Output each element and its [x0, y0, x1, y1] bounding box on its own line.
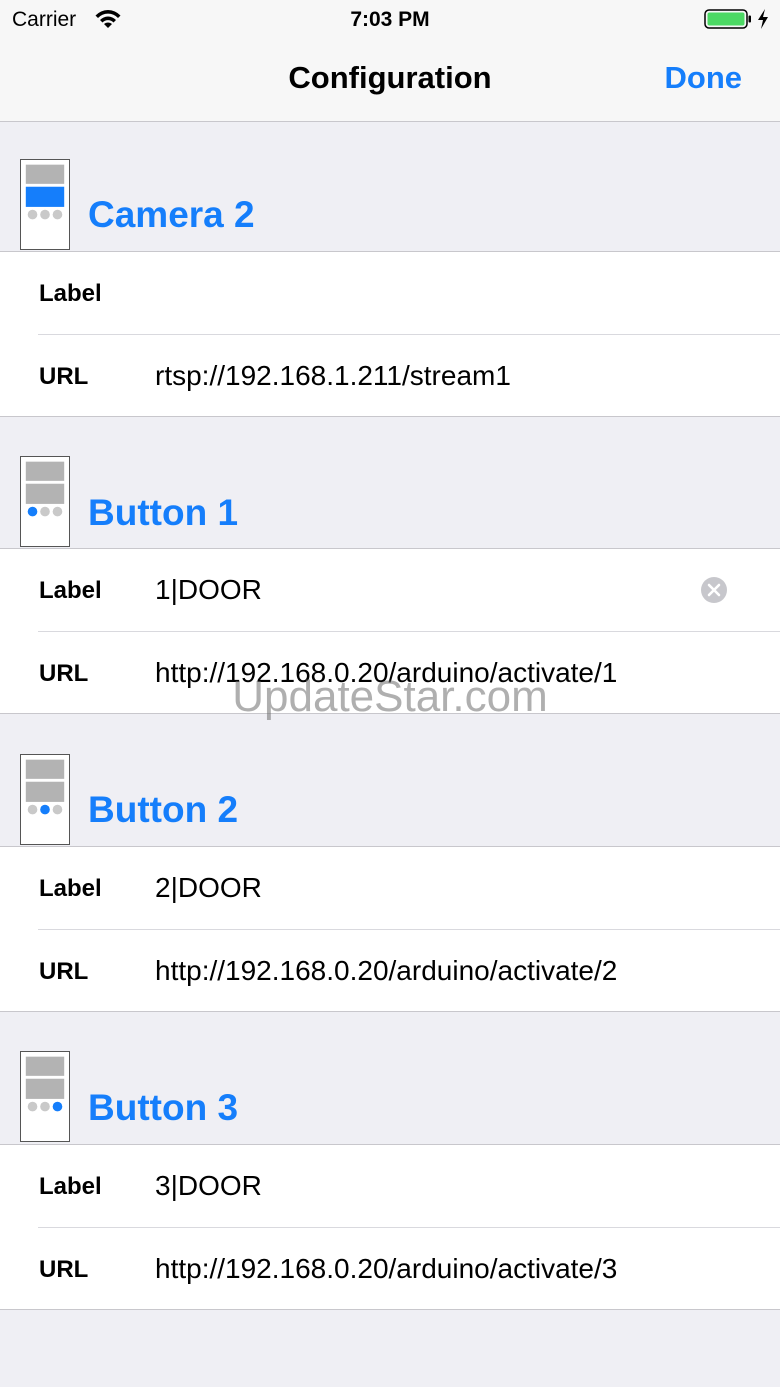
- section-title: Button 3: [88, 1087, 239, 1128]
- label-field-row[interactable]: Label 2|DOOR: [0, 847, 780, 930]
- section-header: Button 3: [0, 1013, 780, 1143]
- label-field-row[interactable]: Label 3|DOOR: [0, 1145, 780, 1228]
- page-title: Configuration: [288, 60, 492, 95]
- label-input[interactable]: 2|DOOR: [155, 872, 262, 904]
- url-field-row[interactable]: URL http://192.168.0.20/arduino/activate…: [0, 930, 780, 1013]
- done-button[interactable]: Done: [665, 60, 743, 96]
- section-button-1: Button 1 Label 1|DOOR URL http://192.168…: [0, 419, 780, 714]
- section-title: Button 2: [88, 789, 239, 830]
- field-label: Label: [39, 577, 102, 604]
- section-header: Button 2: [0, 716, 780, 846]
- button-layout-icon: [20, 754, 70, 845]
- field-label: URL: [39, 958, 89, 985]
- section-button-2: Button 2 Label 2|DOOR URL http://192.168…: [0, 716, 780, 1012]
- field-label: Label: [39, 280, 102, 307]
- url-input[interactable]: http://192.168.0.20/arduino/activate/1: [155, 657, 617, 689]
- field-label: Label: [39, 1173, 102, 1200]
- section-header: Button 1: [0, 419, 780, 549]
- label-input[interactable]: 3|DOOR: [155, 1170, 262, 1202]
- field-label: Label: [39, 875, 102, 902]
- url-input[interactable]: http://192.168.0.20/arduino/activate/2: [155, 955, 617, 987]
- section-header: Camera 2: [0, 122, 780, 252]
- field-group: Label 3|DOOR URL http://192.168.0.20/ard…: [0, 1144, 780, 1310]
- url-field-row[interactable]: URL http://192.168.0.20/arduino/activate…: [0, 1228, 780, 1311]
- status-time: 7:03 PM: [350, 8, 430, 31]
- section-button-3: Button 3 Label 3|DOOR URL http://192.168…: [0, 1013, 780, 1310]
- lightning-bolt-icon: [758, 9, 768, 29]
- section-title: Button 1: [88, 492, 239, 533]
- field-group: Label 2|DOOR URL http://192.168.0.20/ard…: [0, 846, 780, 1012]
- status-bar: Carrier 7:03 PM: [0, 0, 780, 40]
- section-camera-2: Camera 2 Label URL rtsp://192.168.1.211/…: [0, 122, 780, 417]
- url-field-row[interactable]: URL http://192.168.0.20/arduino/activate…: [0, 632, 780, 715]
- navigation-bar: Configuration Done: [0, 40, 780, 122]
- field-label: URL: [39, 1256, 89, 1283]
- button-layout-icon: [20, 1051, 70, 1142]
- clear-text-icon[interactable]: [700, 576, 728, 604]
- field-group: Label 1|DOOR URL http://192.168.0.20/ard…: [0, 548, 780, 714]
- field-label: URL: [39, 363, 89, 390]
- section-title: Camera 2: [88, 194, 255, 235]
- field-label: URL: [39, 660, 89, 687]
- label-input[interactable]: 1|DOOR: [155, 574, 262, 606]
- camera-layout-icon: [20, 159, 70, 250]
- field-group: Label URL rtsp://192.168.1.211/stream1: [0, 251, 780, 417]
- button-layout-icon: [20, 456, 70, 547]
- label-field-row[interactable]: Label: [0, 252, 780, 335]
- label-field-row[interactable]: Label 1|DOOR: [0, 549, 780, 632]
- url-input[interactable]: rtsp://192.168.1.211/stream1: [155, 360, 511, 392]
- url-field-row[interactable]: URL rtsp://192.168.1.211/stream1: [0, 335, 780, 418]
- battery-icon: [704, 9, 751, 29]
- url-input[interactable]: http://192.168.0.20/arduino/activate/3: [155, 1253, 617, 1285]
